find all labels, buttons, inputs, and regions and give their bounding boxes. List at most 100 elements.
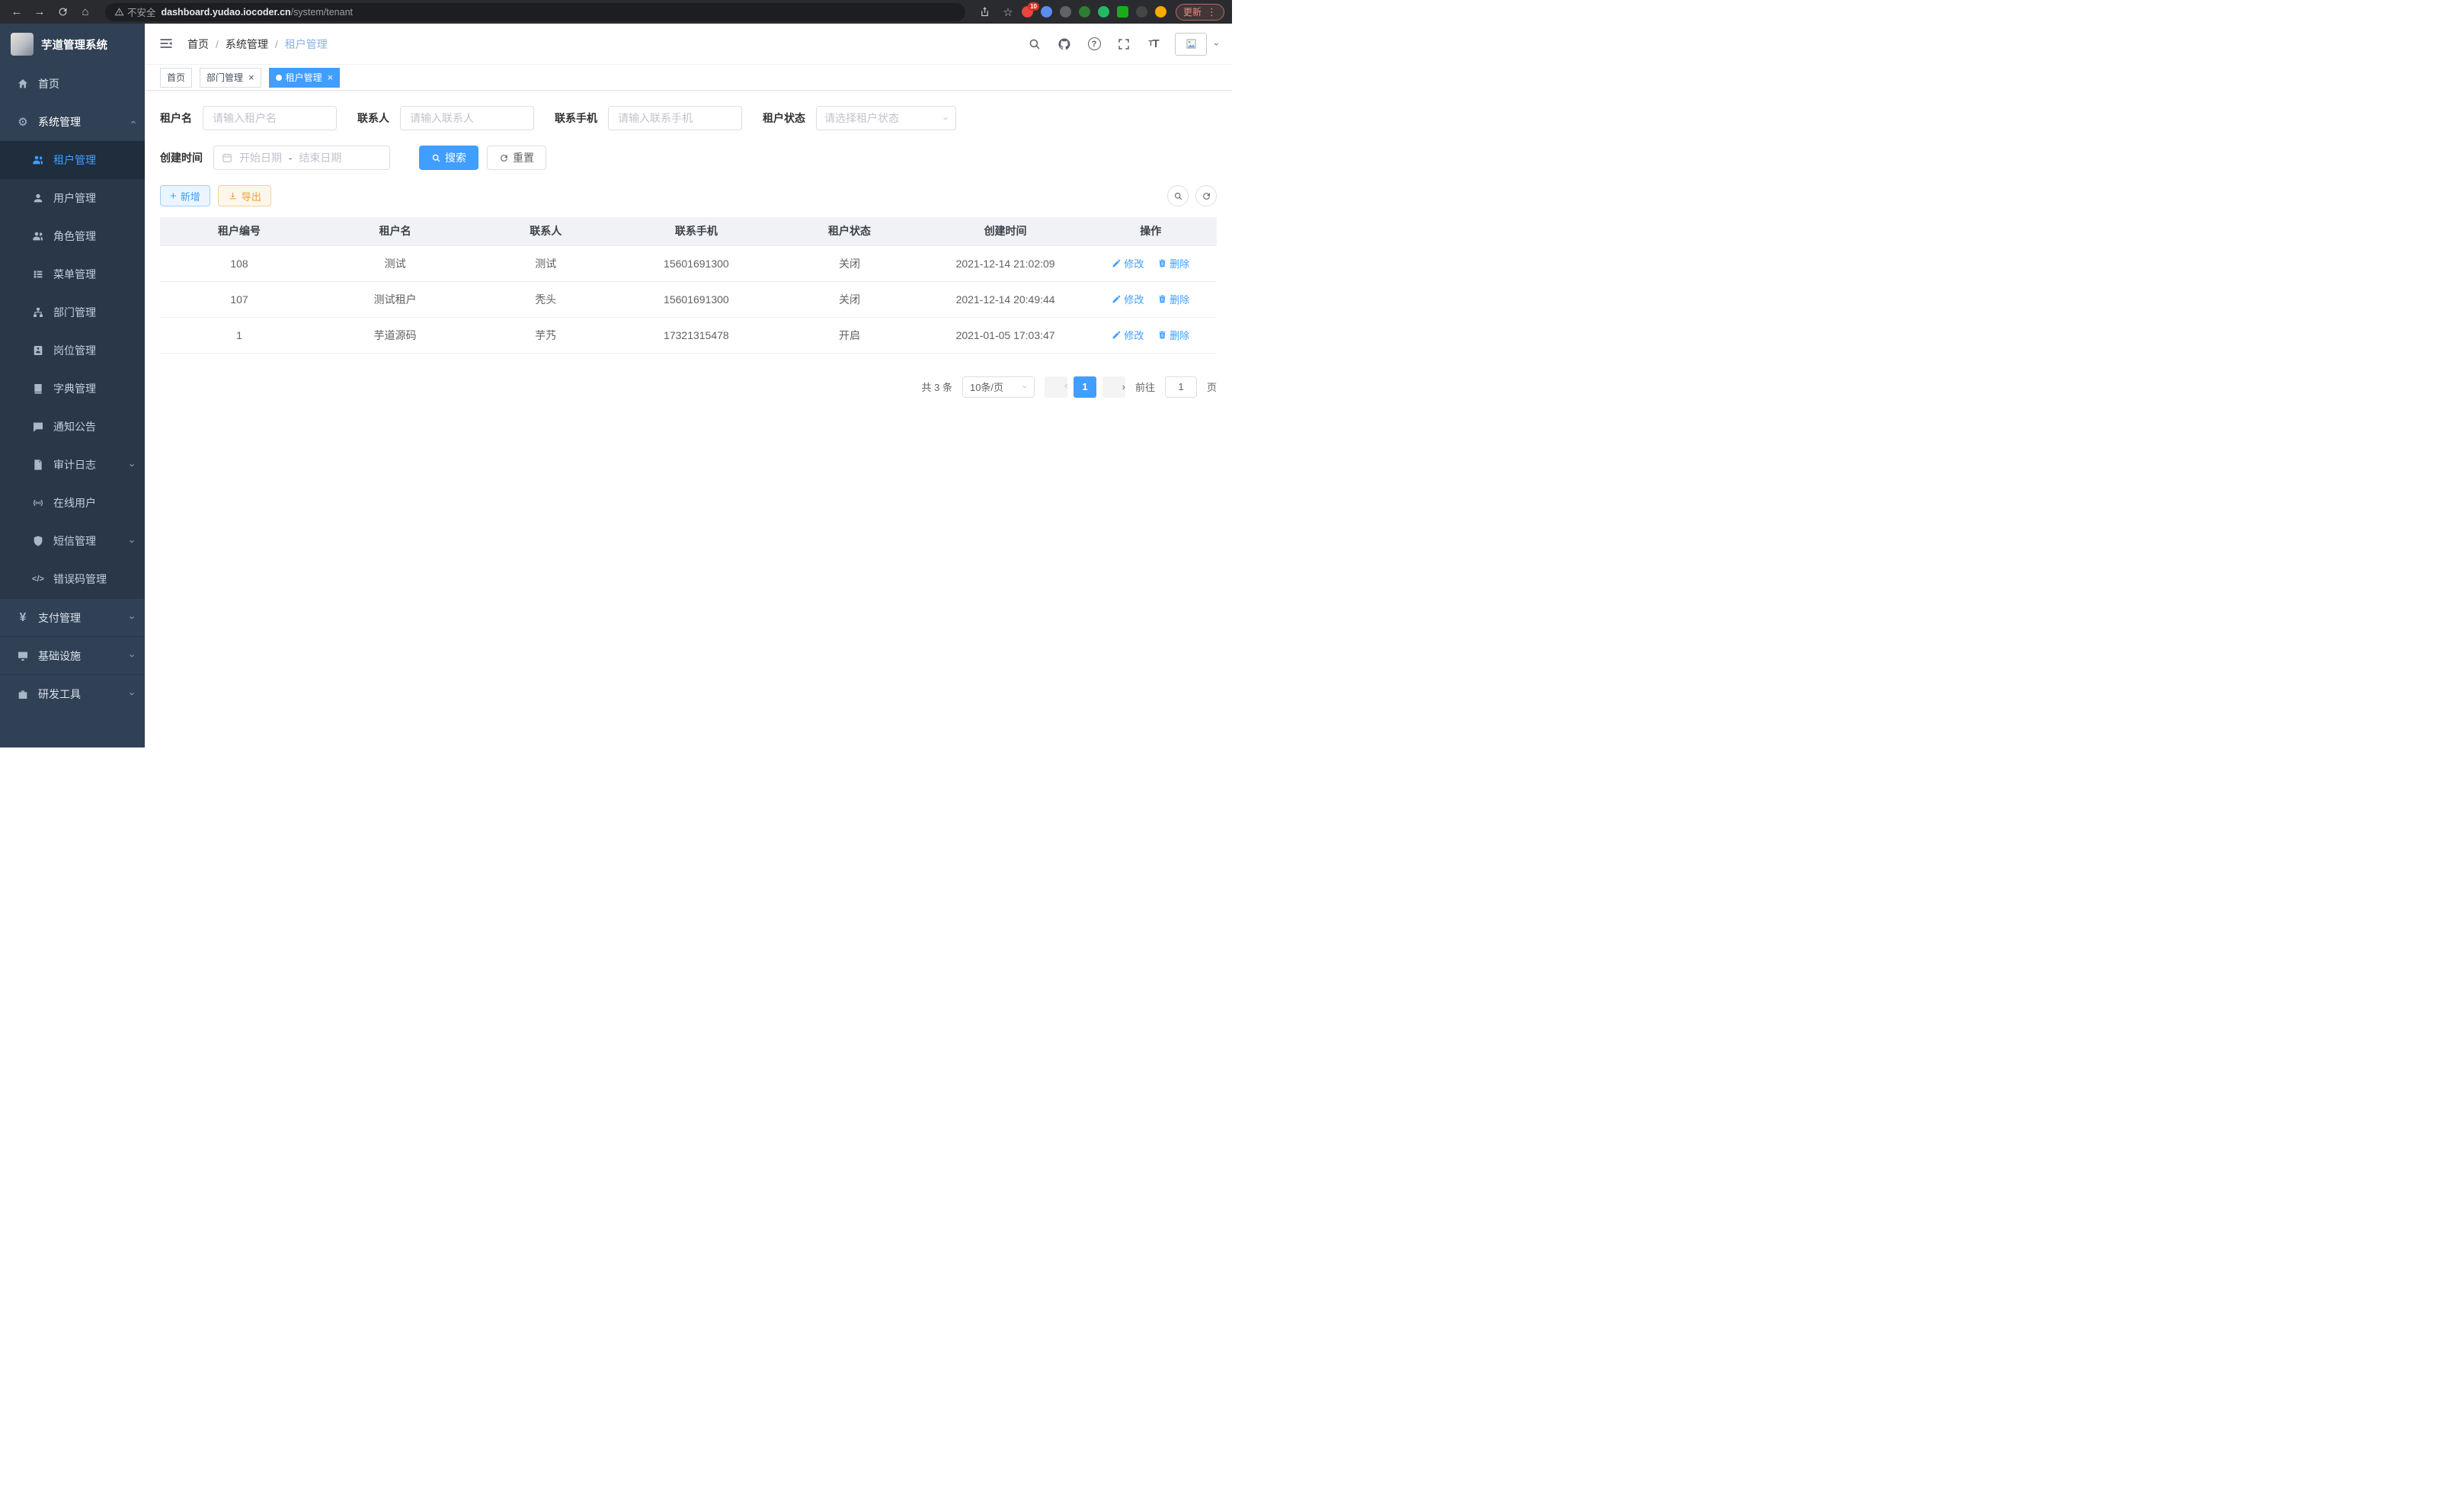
sidebar-item-notice[interactable]: 通知公告 (0, 408, 145, 446)
security-warning[interactable]: 不安全 (114, 5, 156, 19)
extension-icon[interactable] (1079, 6, 1090, 18)
filter-status: 租户状态 请选择租户状态 › (763, 106, 956, 130)
search-button[interactable]: 搜索 (419, 146, 478, 170)
address-bar[interactable]: 不安全 dashboard.yudao.iocoder.cn/system/te… (105, 3, 965, 21)
edit-link[interactable]: 修改 (1112, 292, 1144, 306)
page-unit-label: 页 (1207, 379, 1217, 394)
table-row: 108 测试 测试 15601691300 关闭 2021-12-14 21:0… (160, 245, 1217, 281)
browser-home-icon[interactable]: ⌂ (76, 3, 94, 21)
extension-icon[interactable]: 10 (1022, 6, 1033, 18)
close-icon[interactable]: × (248, 72, 254, 82)
browser-menu-icon[interactable]: ⋮ (1207, 6, 1217, 18)
search-icon (431, 153, 441, 163)
search-icon[interactable] (1026, 36, 1043, 53)
sidebar-item-home[interactable]: 首页 (0, 65, 145, 103)
mobile-input[interactable] (608, 106, 742, 130)
search-button-label: 搜索 (445, 150, 466, 165)
browser-back-icon[interactable]: ← (8, 3, 26, 21)
sidebar-toggle-icon[interactable] (158, 36, 175, 53)
tenant-name-input[interactable] (203, 106, 337, 130)
sidebar-item-pay[interactable]: ¥ 支付管理 › (0, 598, 145, 636)
hide-search-button[interactable] (1167, 185, 1189, 206)
bookmark-star-icon[interactable]: ☆ (999, 3, 1017, 21)
filter-tenant-name: 租户名 (160, 106, 337, 130)
refresh-icon (1202, 191, 1211, 201)
tab-label: 首页 (167, 71, 185, 84)
cell-created: 2021-12-14 21:02:09 (926, 245, 1085, 281)
date-range-picker[interactable]: 开始日期 - 结束日期 (213, 146, 390, 170)
sidebar-item-sms[interactable]: 短信管理 › (0, 522, 145, 560)
close-icon[interactable]: × (328, 72, 334, 82)
font-size-icon[interactable]: TT (1145, 36, 1162, 53)
page-number-button[interactable]: 1 (1074, 376, 1096, 398)
breadcrumb: 首页 / 系统管理 / 租户管理 (187, 37, 328, 52)
trash-icon (1157, 330, 1167, 340)
reset-button[interactable]: 重置 (487, 146, 546, 170)
avatar-caret-icon[interactable]: › (1211, 43, 1222, 46)
export-button[interactable]: 导出 (218, 185, 271, 206)
extension-icon[interactable] (1117, 6, 1128, 18)
trash-icon (1157, 294, 1167, 304)
edit-link[interactable]: 修改 (1112, 256, 1144, 271)
sidebar-item-online-user[interactable]: 在线用户 (0, 484, 145, 522)
tab-home[interactable]: 首页 (160, 68, 192, 88)
sidebar-item-label: 用户管理 (53, 190, 96, 206)
delete-link[interactable]: 删除 (1157, 256, 1189, 271)
extensions-area: 10 (1022, 6, 1166, 18)
browser-refresh-icon[interactable] (53, 3, 72, 21)
sidebar-item-post[interactable]: 岗位管理 (0, 331, 145, 370)
extension-icon[interactable] (1098, 6, 1109, 18)
share-icon[interactable] (976, 3, 994, 21)
app-logo[interactable]: 芋道管理系统 (0, 24, 145, 65)
sidebar-item-audit-log[interactable]: 审计日志 › (0, 446, 145, 484)
next-page-button[interactable]: › (1102, 376, 1125, 398)
delete-link[interactable]: 删除 (1157, 292, 1189, 306)
add-button[interactable]: + 新增 (160, 185, 210, 206)
extension-badge: 10 (1028, 2, 1039, 11)
sidebar-item-error-code[interactable]: </> 错误码管理 (0, 560, 145, 598)
avatar[interactable] (1175, 33, 1207, 56)
extension-icon[interactable] (1041, 6, 1052, 18)
browser-update-button[interactable]: 更新 ⋮ (1176, 4, 1224, 21)
page-size-select[interactable]: 10条/页 › (962, 376, 1035, 398)
tab-dept[interactable]: 部门管理 × (200, 68, 261, 88)
sidebar-item-label: 首页 (38, 76, 59, 91)
help-icon[interactable]: ? (1086, 36, 1102, 53)
goto-page-input[interactable] (1165, 376, 1197, 398)
breadcrumb-current: 租户管理 (285, 37, 328, 52)
delete-link[interactable]: 删除 (1157, 328, 1189, 342)
contact-input[interactable] (400, 106, 534, 130)
status-select[interactable]: 请选择租户状态 › (816, 106, 956, 130)
filter-create-time: 创建时间 开始日期 - 结束日期 (160, 146, 390, 170)
fullscreen-icon[interactable] (1115, 36, 1132, 53)
action-bar: + 新增 导出 (160, 185, 1217, 206)
sidebar-item-menu[interactable]: 菜单管理 (0, 255, 145, 293)
chevron-left-icon: › (1064, 382, 1067, 392)
edit-link[interactable]: 修改 (1112, 328, 1144, 342)
sidebar-item-user[interactable]: 用户管理 (0, 179, 145, 217)
sidebar-item-tenant[interactable]: 租户管理 (0, 141, 145, 179)
refresh-table-button[interactable] (1195, 185, 1217, 206)
sidebar-item-dict[interactable]: 字典管理 (0, 370, 145, 408)
edit-icon (1112, 294, 1122, 304)
sidebar-item-system[interactable]: ⚙ 系统管理 › (0, 103, 145, 141)
breadcrumb-home[interactable]: 首页 (187, 37, 209, 52)
breadcrumb-system[interactable]: 系统管理 (226, 37, 268, 52)
tab-tenant[interactable]: 租户管理 × (269, 68, 341, 88)
browser-forward-icon[interactable]: → (30, 3, 49, 21)
sidebar-item-label: 字典管理 (53, 381, 96, 396)
prev-page-button[interactable]: › (1045, 376, 1067, 398)
roles-icon (30, 229, 46, 244)
date-separator: - (289, 152, 292, 164)
sidebar-item-label: 菜单管理 (53, 267, 96, 282)
sidebar-item-role[interactable]: 角色管理 (0, 217, 145, 255)
extension-icon[interactable] (1136, 6, 1147, 18)
sidebar-item-dev-tools[interactable]: 研发工具 › (0, 674, 145, 712)
sidebar-item-infra[interactable]: 基础设施 › (0, 636, 145, 674)
extension-icon[interactable] (1060, 6, 1071, 18)
contact-label: 联系人 (357, 110, 389, 126)
sidebar-item-dept[interactable]: 部门管理 (0, 293, 145, 331)
github-icon[interactable] (1056, 36, 1073, 53)
chevron-down-icon: › (127, 654, 137, 657)
extension-icon[interactable] (1155, 6, 1166, 18)
